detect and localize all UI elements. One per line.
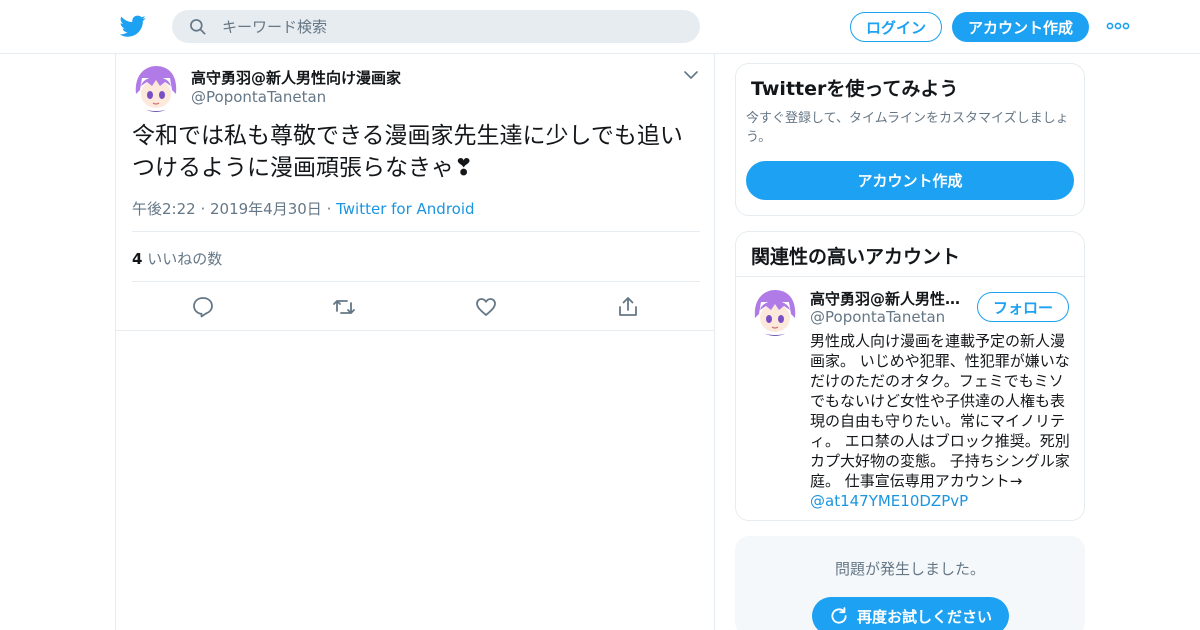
search-input[interactable]	[222, 10, 682, 43]
signup-button[interactable]: アカウント作成	[952, 12, 1089, 42]
card-description: 今すぐ登録して、タイムラインをカスタマイズしましょう。	[746, 111, 1069, 145]
tweet-meta: 午後2:22 · 2019年4月30日 · Twitter for Androi…	[132, 198, 475, 219]
retry-label: 再度お試しください	[856, 607, 992, 626]
create-account-button[interactable]: アカウント作成	[746, 161, 1074, 200]
account-handle[interactable]: @PopontaTanetan	[810, 308, 945, 326]
signup-prompt-card: Twitterを使ってみよう 今すぐ登録して、タイムラインをカスタマイズしましょ…	[735, 63, 1085, 216]
divider	[132, 281, 700, 282]
tweet: 高守勇羽@新人男性向け漫画家 @PopontaTanetan 令和では私も尊敬で…	[116, 54, 714, 331]
reply-icon[interactable]	[191, 295, 215, 319]
card-title: 関連性の高いアカウント	[751, 246, 961, 268]
tweet-source-link[interactable]: Twitter for Android	[336, 200, 474, 218]
twitter-bird-logo-icon[interactable]	[120, 13, 146, 39]
meta-separator: ·	[321, 200, 337, 218]
account-bio: 男性成人向け漫画を連載予定の新人漫画家。 いじめや犯罪、性犯罪が嫌いなだけのただ…	[810, 331, 1074, 511]
bio-mention-link[interactable]: @at147YME10DZPvP	[810, 492, 968, 510]
search-icon	[190, 19, 206, 35]
follow-button[interactable]: フォロー	[977, 292, 1069, 322]
bio-text: 男性成人向け漫画を連載予定の新人漫画家。 いじめや犯罪、性犯罪が嫌いなだけのただ…	[810, 332, 1070, 490]
top-navigation-bar: ログイン アカウント作成	[0, 0, 1200, 54]
refresh-icon	[831, 607, 847, 624]
search-bar[interactable]	[172, 10, 700, 43]
share-icon[interactable]	[616, 295, 640, 319]
chevron-down-icon[interactable]	[682, 68, 700, 82]
more-options-icon[interactable]	[1106, 16, 1130, 36]
like-count: 4	[132, 250, 143, 268]
divider	[132, 231, 700, 232]
login-button[interactable]: ログイン	[850, 12, 942, 42]
like-label: いいねの数	[142, 250, 223, 268]
error-card: 問題が発生しました。 再度お試しください	[735, 536, 1085, 630]
tweet-text: 令和では私も尊敬できる漫画家先生達に少しでも追いつけるように漫画頑張らなきゃ❣	[132, 123, 683, 181]
tweet-column: 高守勇羽@新人男性向け漫画家 @PopontaTanetan 令和では私も尊敬で…	[115, 54, 715, 630]
card-title: Twitterを使ってみよう	[751, 78, 959, 100]
retry-button[interactable]: 再度お試しください	[812, 597, 1009, 630]
error-message: 問題が発生しました。	[834, 560, 985, 578]
related-accounts-card: 関連性の高いアカウント 高守勇羽@新人男性向け漫画家 @PopontaTanet…	[735, 231, 1085, 521]
like-stats[interactable]: 4 いいねの数	[132, 248, 222, 269]
tweet-timestamp[interactable]: 午後2:22 · 2019年4月30日	[132, 200, 322, 218]
account-name[interactable]: 高守勇羽@新人男性向け漫画家	[810, 288, 968, 309]
avatar[interactable]	[751, 288, 799, 336]
heart-icon[interactable]	[474, 295, 498, 319]
author-handle[interactable]: @PopontaTanetan	[191, 88, 326, 106]
author-name[interactable]: 高守勇羽@新人男性向け漫画家	[191, 67, 401, 88]
divider	[736, 276, 1084, 277]
avatar[interactable]	[132, 64, 180, 112]
retweet-icon[interactable]	[332, 295, 356, 319]
